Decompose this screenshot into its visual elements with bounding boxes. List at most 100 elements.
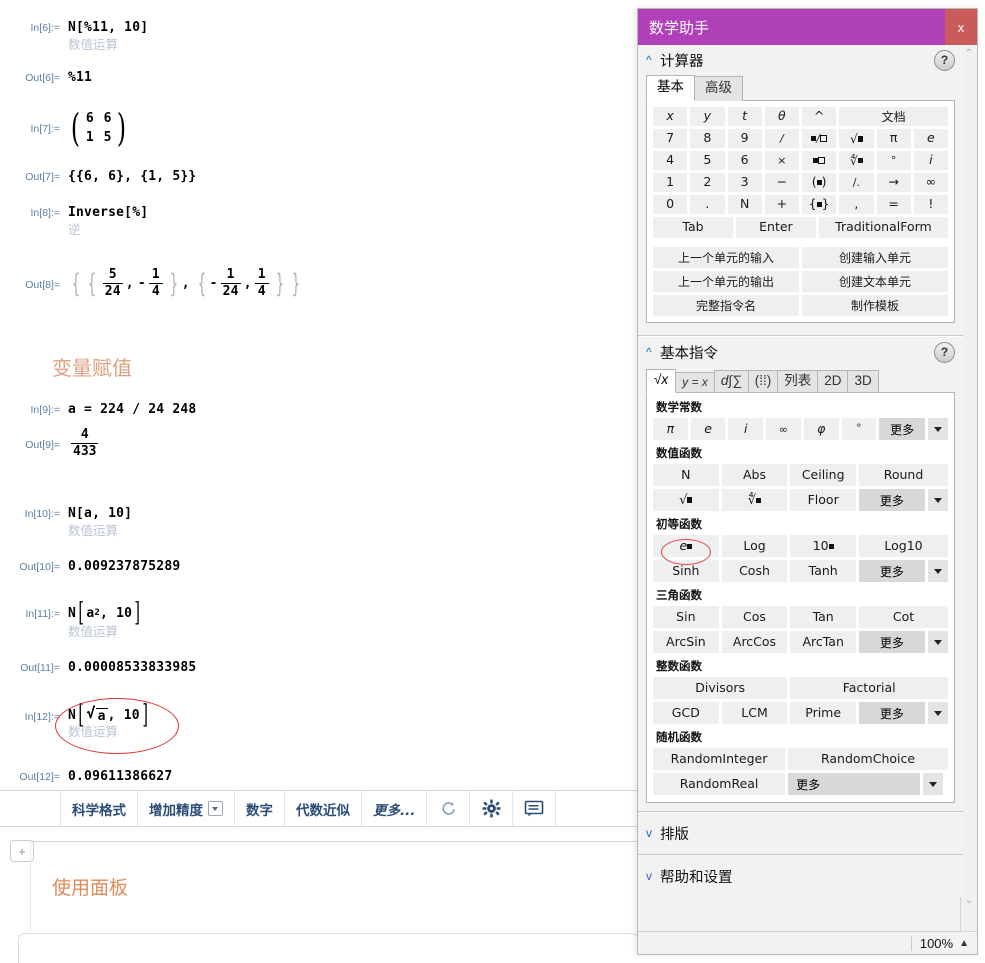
chevron-down-icon[interactable] xyxy=(926,630,949,654)
key-5[interactable]: 5 xyxy=(689,150,726,171)
scroll-up-icon[interactable]: ⌃ xyxy=(961,45,977,61)
btn-arcsin[interactable]: ArcSin xyxy=(652,630,720,654)
suggestion-increase-precision[interactable]: 增加精度 xyxy=(138,791,235,826)
chevron-down-icon[interactable] xyxy=(208,801,223,816)
btn-tanh[interactable]: Tanh xyxy=(789,559,857,583)
group-trigonometric-functions[interactable]: Sin Cos Tan Cot ArcSin ArcCos ArcTan 更多 xyxy=(652,605,949,654)
calculator-action-row[interactable]: Tab Enter TraditionalForm xyxy=(652,216,949,239)
btn-ceiling[interactable]: Ceiling xyxy=(789,463,857,487)
tab-basic[interactable]: 基本 xyxy=(646,75,695,101)
chevron-up-icon[interactable]: ^ xyxy=(646,53,660,67)
btn-nth-root-template-icon[interactable]: ∜ xyxy=(720,488,789,512)
gear-icon[interactable] xyxy=(470,791,514,826)
btn-phi[interactable]: φ xyxy=(802,417,840,441)
group-integer-functions[interactable]: Divisors Factorial GCD LCM Prime 更多 xyxy=(652,676,949,725)
chevron-down-icon[interactable] xyxy=(926,417,949,441)
close-icon[interactable]: x xyxy=(945,9,977,45)
notebook-cell-in8[interactable]: In[8]:= Inverse[%] 逆 xyxy=(14,205,149,238)
action-previous-cell-output[interactable]: 上一个单元的输出 xyxy=(652,270,800,293)
btn-tan[interactable]: Tan xyxy=(789,605,857,629)
key-enter[interactable]: Enter xyxy=(734,216,817,239)
key-imaginary-i[interactable]: i xyxy=(912,150,949,171)
btn-n[interactable]: N xyxy=(652,463,720,487)
notebook-cell-out10[interactable]: Out[10]= 0.009237875289 xyxy=(14,559,180,574)
chevron-down-icon[interactable] xyxy=(926,701,949,725)
chevron-up-icon[interactable]: ▲ xyxy=(959,938,969,949)
action-make-template[interactable]: 制作模板 xyxy=(801,294,949,317)
notebook-document[interactable]: In[6]:= N[%11, 10] 数值运算 Out[6]= %11 In[7… xyxy=(0,0,637,963)
notebook-cell-in12[interactable]: In[12]:= N [ √ a , 10 ] 数值运算 xyxy=(14,702,150,740)
calculator-tabs[interactable]: 基本 高级 xyxy=(638,75,963,101)
key-y[interactable]: y xyxy=(689,106,726,127)
chevron-down-icon[interactable]: v xyxy=(646,826,660,840)
btn-more-trigonometric-functions[interactable]: 更多 xyxy=(858,630,926,654)
chevron-down-icon[interactable] xyxy=(922,772,945,796)
btn-factorial[interactable]: Factorial xyxy=(789,676,949,700)
btn-lcm[interactable]: LCM xyxy=(720,701,789,725)
key-6[interactable]: 6 xyxy=(726,150,763,171)
key-factorial[interactable]: ! xyxy=(912,194,949,215)
suggestion-number[interactable]: 数字 xyxy=(235,791,285,826)
tab-list[interactable]: 列表 xyxy=(777,370,819,393)
scroll-down-icon[interactable]: ⌄ xyxy=(961,892,977,908)
group-numeric-functions[interactable]: N Abs Ceiling Round √ ∜ Floor 更多 xyxy=(652,463,949,512)
action-full-command-name[interactable]: 完整指令名 xyxy=(652,294,800,317)
btn-random-choice[interactable]: RandomChoice xyxy=(787,747,949,771)
key-theta[interactable]: θ xyxy=(763,106,800,127)
notebook-cell-out11[interactable]: Out[11]= 0.00008533833985 xyxy=(14,660,196,675)
help-icon[interactable]: ? xyxy=(934,49,955,71)
btn-sqrt-template-icon[interactable]: √ xyxy=(652,488,720,512)
notebook-cell-out8[interactable]: Out[8]= { { 5 24 , - 1 4 } , { - 1 24 , … xyxy=(14,267,303,299)
key-equals[interactable]: = xyxy=(875,194,912,215)
key-brace-template-icon[interactable]: {} xyxy=(801,194,838,215)
chevron-down-icon[interactable] xyxy=(926,488,949,512)
section-header-calculator[interactable]: ^ 计算器 ? xyxy=(638,45,963,75)
key-x[interactable]: x xyxy=(652,106,689,127)
palette-title-bar[interactable]: 数学助手 x xyxy=(638,9,977,45)
palette-zoom-bar[interactable]: 100% ▲ xyxy=(638,931,977,954)
btn-abs[interactable]: Abs xyxy=(720,463,789,487)
zoom-level-label[interactable]: 100% xyxy=(910,935,953,951)
section-header-basic-commands[interactable]: ^ 基本指令 ? xyxy=(638,337,963,367)
btn-prime[interactable]: Prime xyxy=(789,701,857,725)
section-header-help-settings[interactable]: v 帮助和设置 xyxy=(638,854,963,897)
group-elementary-functions[interactable]: e Log 10 Log10 Sinh Cosh Tanh 更多 xyxy=(652,534,949,583)
key-caret[interactable]: ^ xyxy=(801,106,838,127)
key-8[interactable]: 8 xyxy=(689,128,726,149)
btn-more-elementary-functions[interactable]: 更多 xyxy=(858,559,926,583)
notebook-cell-in10[interactable]: In[10]:= N[a, 10] 数值运算 xyxy=(14,506,132,539)
btn-random-integer[interactable]: RandomInteger xyxy=(652,747,787,771)
notebook-cell-out6[interactable]: Out[6]= %11 xyxy=(14,70,92,85)
key-fraction-template-icon[interactable]: / xyxy=(801,128,838,149)
btn-more-random-functions[interactable]: 更多 xyxy=(787,772,922,796)
action-create-input-cell[interactable]: 创建输入单元 xyxy=(801,246,949,269)
btn-degree[interactable]: ° xyxy=(840,417,878,441)
tab-advanced[interactable]: 高级 xyxy=(694,76,743,101)
key-decimal-point[interactable]: . xyxy=(689,194,726,215)
basic-commands-panel[interactable]: 数学常数 π e i ∞ φ ° 更多 数值函数 N Abs Ceiling R… xyxy=(646,392,955,803)
btn-divisors[interactable]: Divisors xyxy=(652,676,789,700)
group-random-functions[interactable]: RandomInteger RandomChoice RandomReal 更多 xyxy=(652,747,949,796)
key-multiply[interactable]: × xyxy=(763,150,800,171)
refresh-spiral-icon[interactable] xyxy=(427,791,471,826)
btn-pi[interactable]: π xyxy=(652,417,689,441)
notebook-cell-in11[interactable]: In[11]:= N [ a2 , 10 ] 数值运算 xyxy=(14,600,143,640)
bottom-input-cell[interactable] xyxy=(18,933,637,963)
key-power-template-icon[interactable] xyxy=(801,150,838,171)
btn-more-numeric-functions[interactable]: 更多 xyxy=(858,488,926,512)
btn-power-of-ten-icon[interactable]: 10 xyxy=(789,534,857,558)
action-previous-cell-input[interactable]: 上一个单元的输入 xyxy=(652,246,800,269)
key-7[interactable]: 7 xyxy=(652,128,689,149)
btn-floor[interactable]: Floor xyxy=(789,488,857,512)
key-nth-root-template-icon[interactable]: ∜ xyxy=(838,150,875,171)
key-tab[interactable]: Tab xyxy=(652,216,734,239)
key-minus[interactable]: − xyxy=(763,172,800,193)
key-plus[interactable]: + xyxy=(763,194,800,215)
key-0[interactable]: 0 xyxy=(652,194,689,215)
key-paren-template-icon[interactable]: () xyxy=(801,172,838,193)
group-math-constants[interactable]: π e i ∞ φ ° 更多 xyxy=(652,417,949,441)
notebook-cell-out12[interactable]: Out[12]= 0.09611386627 xyxy=(14,769,172,784)
calculator-panel[interactable]: x y t θ ^ 文档 7 8 9 / / √ π e 4 5 6 × ∜ °… xyxy=(646,100,955,323)
tab-y-equals-x[interactable]: y = x xyxy=(675,372,715,393)
section-calculator[interactable]: ^ 计算器 ? 基本 高级 x y t θ ^ 文档 7 8 9 / / √ π… xyxy=(638,45,963,335)
